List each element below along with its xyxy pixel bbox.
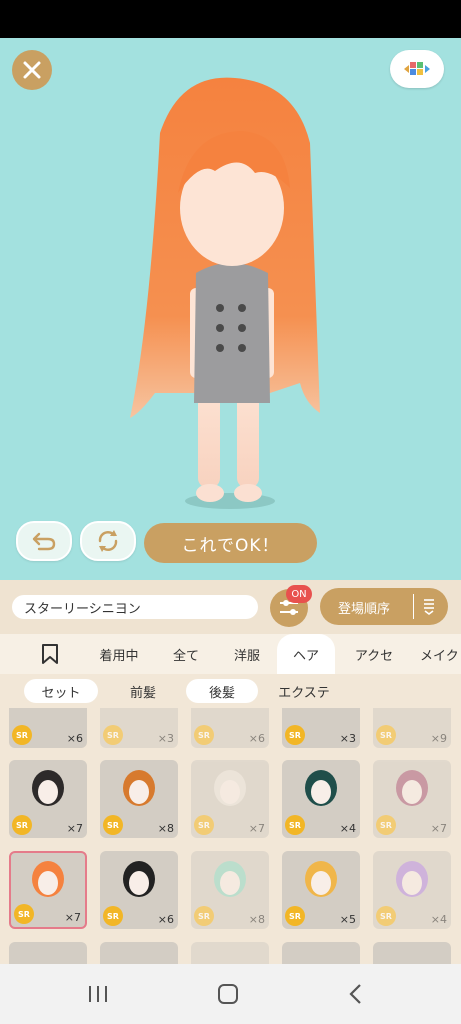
bookmark-icon xyxy=(42,644,58,664)
back-icon[interactable] xyxy=(346,982,366,1006)
subtab-bangs[interactable]: 前髪 xyxy=(106,679,180,703)
tab-makeup[interactable]: メイク xyxy=(420,634,461,674)
tab-clothes[interactable]: 洋服 xyxy=(220,634,274,674)
hair-thumbnail xyxy=(32,861,64,897)
hair-item[interactable] xyxy=(282,942,360,964)
item-count: ×3 xyxy=(339,732,356,745)
rarity-badge: SR xyxy=(194,815,214,835)
subtab-set[interactable]: セット xyxy=(24,679,98,703)
rarity-badge: SR xyxy=(285,906,305,926)
hair-item-selected[interactable]: SR ×7 xyxy=(9,851,87,929)
rarity-badge: SR xyxy=(376,906,396,926)
hair-subtabs: セット 前髪 後髪 エクステ xyxy=(0,674,461,708)
close-icon xyxy=(23,61,41,79)
subtab-back-hair[interactable]: 後髪 xyxy=(186,679,258,703)
sort-order-label: 登場順序 xyxy=(338,602,391,617)
hair-thumbnail xyxy=(214,861,246,897)
hair-item[interactable]: SR ×7 xyxy=(191,760,269,838)
tab-accessories[interactable]: アクセ xyxy=(344,634,404,674)
rarity-badge: SR xyxy=(194,906,214,926)
sort-direction-icon xyxy=(424,599,434,615)
item-count: ×4 xyxy=(339,822,356,835)
hair-item[interactable] xyxy=(373,942,451,964)
rarity-badge: SR xyxy=(103,725,123,745)
hair-item[interactable]: SR ×3 xyxy=(282,708,360,748)
avatar-preview-stage: これでOK！ xyxy=(0,38,461,580)
hair-item[interactable] xyxy=(191,942,269,964)
sort-divider xyxy=(413,594,414,619)
hair-item[interactable]: SR ×9 xyxy=(373,708,451,748)
rarity-badge: SR xyxy=(285,725,305,745)
rarity-badge: SR xyxy=(14,904,34,924)
rarity-badge: SR xyxy=(103,815,123,835)
rarity-badge: SR xyxy=(376,725,396,745)
system-nav-bar xyxy=(0,964,461,1024)
item-count: ×3 xyxy=(157,732,174,745)
rarity-badge: SR xyxy=(285,815,305,835)
hair-thumbnail xyxy=(214,770,246,806)
item-count: ×6 xyxy=(157,913,174,926)
hair-item[interactable]: SR ×3 xyxy=(100,708,178,748)
tab-hair[interactable]: ヘア xyxy=(277,634,335,674)
rarity-badge: SR xyxy=(12,725,32,745)
home-icon[interactable] xyxy=(216,983,240,1005)
hair-item[interactable]: SR ×4 xyxy=(282,760,360,838)
item-count: ×6 xyxy=(66,732,83,745)
tab-wearing[interactable]: 着用中 xyxy=(88,634,150,674)
close-button[interactable] xyxy=(12,50,52,90)
avatar-character xyxy=(130,77,320,509)
item-count: ×7 xyxy=(430,822,447,835)
sort-order-button[interactable]: 登場順序 xyxy=(320,588,448,625)
status-bar xyxy=(0,0,461,38)
confirm-ok-button[interactable]: これでOK！ xyxy=(144,523,317,563)
hair-item[interactable]: SR ×7 xyxy=(9,760,87,838)
hair-thumbnail xyxy=(396,861,428,897)
subtab-extensions[interactable]: エクステ xyxy=(266,679,342,703)
hair-item[interactable]: SR ×8 xyxy=(191,851,269,929)
recent-apps-icon[interactable] xyxy=(86,984,110,1004)
hair-thumbnail xyxy=(123,770,155,806)
hair-item[interactable]: SR ×6 xyxy=(191,708,269,748)
item-count: ×6 xyxy=(248,732,265,745)
grid-colors-icon xyxy=(404,62,430,75)
hair-thumbnail xyxy=(305,770,337,806)
hair-item[interactable]: SR ×8 xyxy=(100,760,178,838)
filter-on-badge: ON xyxy=(286,585,312,603)
layout-button[interactable] xyxy=(390,50,444,88)
rarity-badge: SR xyxy=(103,906,123,926)
item-count: ×7 xyxy=(248,822,265,835)
hair-item[interactable]: SR ×4 xyxy=(373,851,451,929)
category-tabs: 着用中 全て 洋服 ヘア アクセ メイク xyxy=(0,634,461,674)
hair-item-grid: SR ×6 SR ×3 SR ×6 SR ×3 SR ×9 SR ×7 SR ×… xyxy=(0,708,461,964)
undo-icon xyxy=(32,532,56,551)
tab-all[interactable]: 全て xyxy=(160,634,212,674)
item-count: ×4 xyxy=(430,913,447,926)
rotate-button[interactable] xyxy=(80,521,136,561)
hair-thumbnail xyxy=(123,861,155,897)
item-toolbar: スターリーシニヨン ON 登場順序 xyxy=(0,580,461,634)
tab-favorites[interactable] xyxy=(30,634,70,674)
rarity-badge: SR xyxy=(12,815,32,835)
item-count: ×8 xyxy=(157,822,174,835)
hair-item[interactable]: SR ×6 xyxy=(9,708,87,748)
item-count: ×9 xyxy=(430,732,447,745)
hair-thumbnail xyxy=(396,770,428,806)
hair-item[interactable] xyxy=(9,942,87,964)
item-count: ×7 xyxy=(66,822,83,835)
rarity-badge: SR xyxy=(376,815,396,835)
hair-thumbnail xyxy=(32,770,64,806)
item-count: ×7 xyxy=(64,911,81,924)
hair-item[interactable] xyxy=(100,942,178,964)
hair-item[interactable]: SR ×7 xyxy=(373,760,451,838)
undo-button[interactable] xyxy=(16,521,72,561)
rotate-icon xyxy=(98,530,118,552)
hair-item[interactable]: SR ×6 xyxy=(100,851,178,929)
selected-item-name: スターリーシニヨン xyxy=(12,595,258,619)
hair-item[interactable]: SR ×5 xyxy=(282,851,360,929)
item-count: ×5 xyxy=(339,913,356,926)
item-count: ×8 xyxy=(248,913,265,926)
hair-thumbnail xyxy=(305,861,337,897)
rarity-badge: SR xyxy=(194,725,214,745)
